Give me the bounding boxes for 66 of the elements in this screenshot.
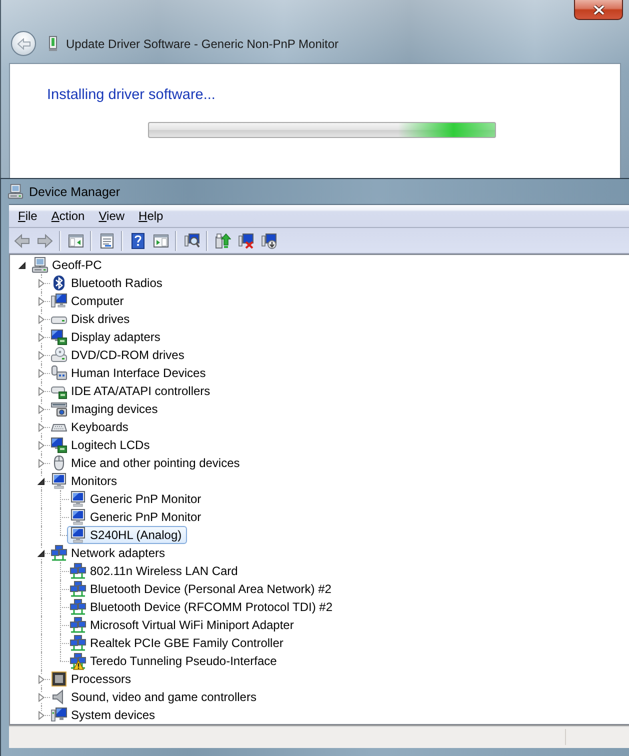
window-pane-icon [68, 232, 84, 248]
menu-item[interactable]: Action [44, 207, 92, 225]
computer-icon [51, 293, 67, 309]
tree-item[interactable]: DVD/CD-ROM drives [48, 346, 190, 364]
dialog-heading: Installing driver software... [47, 86, 216, 104]
tree-item[interactable]: Bluetooth Device (Personal Area Network) #2 [67, 580, 336, 598]
tree-item[interactable]: Human Interface Devices [48, 364, 211, 382]
tree-item[interactable]: Realtek PCIe GBE Family Controller [67, 634, 288, 652]
network-icon [70, 581, 86, 597]
monitor-down-arrow-icon [260, 232, 276, 248]
tree-item[interactable]: Network adapters [48, 544, 170, 562]
mouse-icon [51, 455, 67, 471]
tree-item[interactable]: Disk drives [48, 310, 135, 328]
monitor-cross-icon [238, 232, 254, 248]
tree-item[interactable]: Computer [48, 292, 129, 310]
close-button[interactable] [574, 0, 623, 20]
tree-item[interactable]: Processors [48, 670, 136, 688]
arrow-left-icon [16, 38, 30, 50]
arrow-left-icon [14, 232, 30, 248]
tree-item[interactable]: Generic PnP Monitor [67, 508, 206, 526]
help-icon [130, 232, 146, 248]
network-icon [51, 545, 67, 561]
device-up-arrow-icon [214, 232, 230, 248]
network-icon [70, 563, 86, 579]
monitor-icon [70, 509, 86, 525]
tree-item[interactable]: Display adapters [48, 328, 166, 346]
tree-item[interactable]: Bluetooth Device (RFCOMM Protocol TDI) #2 [67, 598, 338, 616]
menu-item[interactable]: View [92, 207, 132, 225]
tree-item[interactable]: 802.11n Wireless LAN Card [67, 562, 243, 580]
tree-item[interactable]: Generic PnP Monitor [67, 490, 206, 508]
camera-icon [51, 401, 67, 417]
device-icon [49, 36, 57, 51]
network-icon [70, 617, 86, 633]
close-icon [592, 4, 604, 14]
window-pane-icon [152, 232, 168, 248]
menu-item[interactable]: Help [132, 207, 170, 225]
monitor-magnifier-icon [184, 232, 200, 248]
disc-drive-icon [51, 347, 67, 363]
tree-item[interactable]: IDE ATA/ATAPI controllers [48, 382, 216, 400]
input-device-icon [51, 365, 67, 381]
window-title: Device Manager [29, 184, 120, 198]
menu-item[interactable]: File [11, 207, 44, 225]
arrow-right-icon [36, 232, 52, 248]
computer-icon [32, 257, 48, 273]
display-adapter-icon [51, 437, 67, 453]
tree-item[interactable]: Microsoft Virtual WiFi Miniport Adapter [67, 616, 299, 634]
network-icon [70, 599, 86, 615]
tree-item[interactable]: Geoff-PC [29, 256, 107, 274]
bluetooth-icon [51, 275, 67, 291]
computer-icon [8, 184, 23, 199]
display-adapter-icon [51, 329, 67, 345]
tree-item[interactable]: Monitors [48, 472, 122, 490]
tree-item[interactable]: Imaging devices [48, 400, 163, 418]
monitor-icon [70, 491, 86, 507]
tree-item[interactable]: Keyboards [48, 418, 134, 436]
network-icon [70, 635, 86, 651]
tree-item[interactable]: S240HL (Analog) [67, 526, 187, 544]
tree-item[interactable]: Teredo Tunneling Pseudo-Interface [67, 652, 282, 670]
monitor-icon [70, 527, 86, 543]
tree-item[interactable]: Mice and other pointing devices [48, 454, 245, 472]
window-title: Update Driver Software - Generic Non-PnP Monitor [66, 36, 339, 50]
tree-item[interactable]: Sound, video and game controllers [48, 688, 262, 706]
properties-sheet-icon [98, 232, 114, 248]
tree-item[interactable]: System devices [48, 706, 160, 724]
tree-item[interactable]: Logitech LCDs [48, 436, 155, 454]
tree-item[interactable]: Bluetooth Radios [48, 274, 168, 292]
